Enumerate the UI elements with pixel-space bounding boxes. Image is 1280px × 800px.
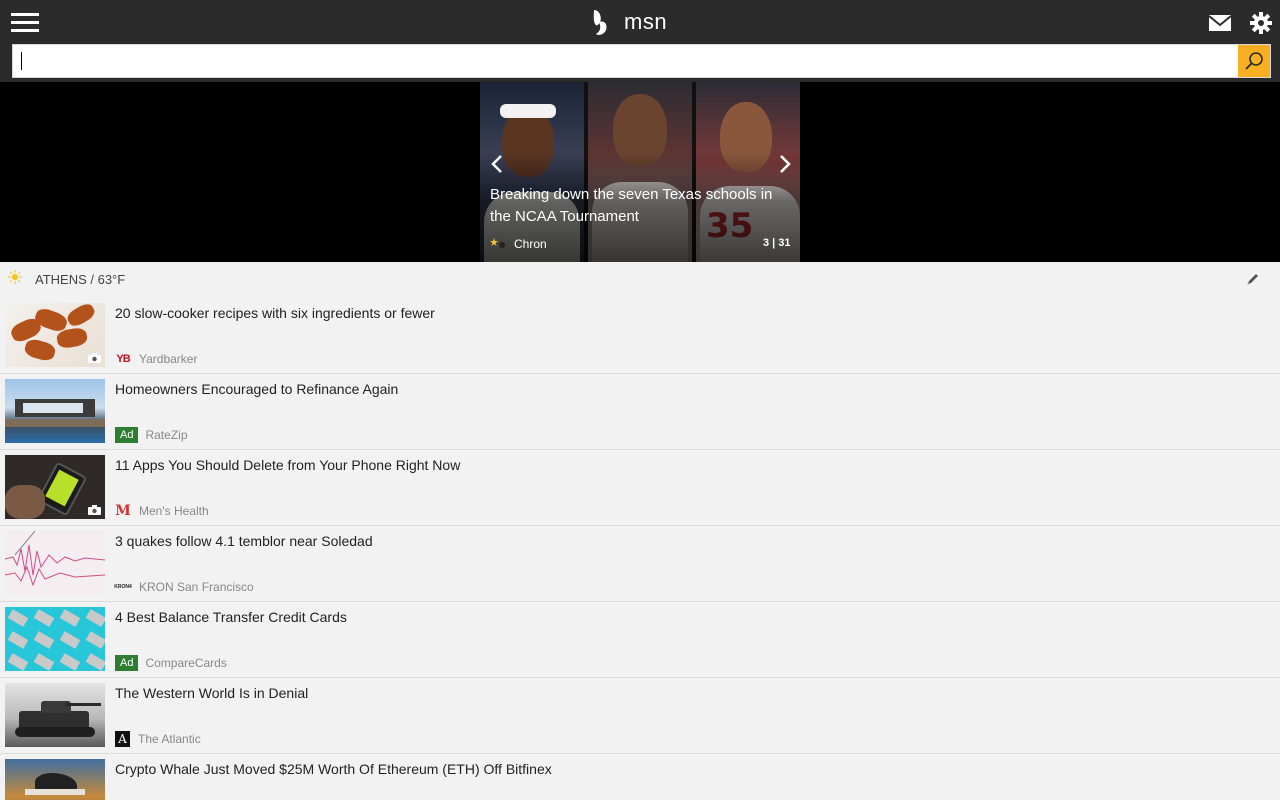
mens-health-logo-icon: M (115, 503, 131, 519)
feed-item[interactable]: The Western World Is in Denial A The Atl… (0, 678, 1280, 754)
article-thumbnail (5, 303, 105, 367)
article-source: A The Atlantic (115, 731, 201, 747)
kron-logo-icon: KRON4 (114, 584, 132, 590)
article-source: YB Yardbarker (115, 351, 197, 367)
the-atlantic-logo-icon: A (115, 731, 130, 747)
chevron-left-icon[interactable] (486, 152, 510, 176)
search-bar (12, 44, 1271, 78)
pencil-edit-icon[interactable] (1246, 272, 1260, 286)
hero-source: Chron (514, 237, 547, 251)
source-name: The Atlantic (138, 732, 201, 746)
text-caret (21, 52, 22, 70)
feed-item[interactable]: 11 Apps You Should Delete from Your Phon… (0, 450, 1280, 526)
ad-badge: Ad (115, 655, 139, 671)
chevron-right-icon[interactable] (772, 152, 796, 176)
money-pattern-graphic (7, 609, 105, 671)
camera-icon (88, 353, 101, 363)
article-thumbnail (5, 607, 105, 671)
hero-band: 35 Breaking down the seven Texas schools… (0, 82, 1280, 262)
chron-logo-icon (490, 238, 505, 248)
article-source: Ad CompareCards (115, 655, 227, 671)
yardbarker-logo-icon: YB (116, 353, 130, 365)
mail-icon[interactable] (1209, 14, 1231, 32)
hero-counter: 3 | 31 (763, 237, 791, 249)
source-name: RateZip (145, 428, 188, 442)
feed-item[interactable]: 4 Best Balance Transfer Credit Cards Ad … (0, 602, 1280, 678)
article-source: Ad RateZip (115, 427, 188, 443)
feed-item[interactable]: 3 quakes follow 4.1 temblor near Soledad… (0, 526, 1280, 602)
ad-badge: Ad (115, 427, 139, 443)
seismograph-graphic (5, 531, 105, 587)
article-headline[interactable]: 3 quakes follow 4.1 temblor near Soledad (115, 533, 373, 549)
article-thumbnail (5, 683, 105, 747)
search-button[interactable] (1238, 45, 1270, 77)
article-headline[interactable]: Crypto Whale Just Moved $25M Worth Of Et… (115, 761, 552, 777)
source-name: Men's Health (139, 504, 209, 518)
article-headline[interactable]: Homeowners Encouraged to Refinance Again (115, 381, 398, 397)
article-headline[interactable]: 11 Apps You Should Delete from Your Phon… (115, 457, 460, 473)
hero-carousel[interactable]: 35 Breaking down the seven Texas schools… (480, 82, 800, 262)
article-thumbnail (5, 531, 105, 595)
article-headline[interactable]: 4 Best Balance Transfer Credit Cards (115, 609, 347, 625)
news-feed: 20 slow-cooker recipes with six ingredie… (0, 298, 1280, 800)
player-headband (500, 104, 556, 118)
article-headline[interactable]: 20 slow-cooker recipes with six ingredie… (115, 305, 435, 321)
source-name: Yardbarker (139, 352, 198, 366)
feed-item[interactable]: Homeowners Encouraged to Refinance Again… (0, 374, 1280, 450)
article-source: M Men's Health (115, 503, 209, 519)
article-headline[interactable]: The Western World Is in Denial (115, 685, 308, 701)
gear-icon[interactable] (1250, 12, 1272, 34)
search-input[interactable] (13, 45, 1239, 77)
article-thumbnail (5, 455, 105, 519)
article-source: KRON4 KRON San Francisco (114, 579, 254, 595)
hero-headline[interactable]: Breaking down the seven Texas schools in… (490, 184, 790, 228)
camera-icon (88, 505, 101, 515)
feed-item[interactable]: 20 slow-cooker recipes with six ingredie… (0, 298, 1280, 374)
hamburger-menu-icon[interactable] (11, 12, 39, 34)
top-bar: msn (0, 0, 1280, 82)
msn-butterfly-icon (593, 10, 607, 35)
weather-location-temp[interactable]: ATHENS / 63°F (35, 272, 125, 287)
weather-row: ATHENS / 63°F (0, 262, 1280, 298)
brand-name: msn (624, 9, 668, 34)
search-icon (1245, 52, 1263, 70)
article-thumbnail (5, 379, 105, 443)
sun-icon (8, 270, 22, 284)
feed-item[interactable]: Crypto Whale Just Moved $25M Worth Of Et… (0, 754, 1280, 800)
source-name: CompareCards (145, 656, 227, 670)
article-thumbnail (5, 759, 105, 800)
source-name: KRON San Francisco (139, 580, 254, 594)
msn-logo[interactable]: msn (590, 6, 667, 38)
